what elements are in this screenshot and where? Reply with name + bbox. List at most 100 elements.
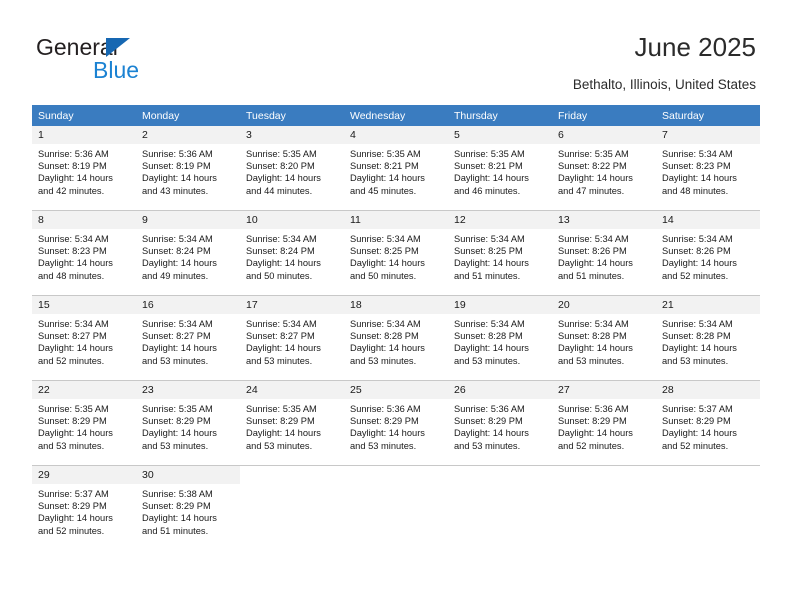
calendar-day-cell[interactable]: 15 Sunrise: 5:34 AM Sunset: 8:27 PM Dayligh… [32, 295, 136, 381]
day-number: 30 [136, 466, 240, 484]
calendar-day-cell[interactable]: 18 Sunrise: 5:34 AM Sunset: 8:28 PM Dayligh… [344, 295, 448, 381]
day-number: 27 [552, 381, 656, 399]
calendar-day-cell[interactable]: 29 Sunrise: 5:37 AM Sunset: 8:29 PM Dayligh… [32, 465, 136, 550]
day-number [240, 466, 344, 484]
daylight-text-line2: and 52 minutes. [662, 440, 729, 451]
day-details: Sunrise: 5:36 AM Sunset: 8:29 PM Daylight:… [552, 399, 656, 452]
calendar-day-cell[interactable]: 9 Sunrise: 5:34 AM Sunset: 8:24 PM Daylight… [136, 210, 240, 296]
calendar-day-cell[interactable]: 28 Sunrise: 5:37 AM Sunset: 8:29 PM Dayligh… [656, 380, 760, 466]
sunset-text: Sunset: 8:28 PM [454, 331, 523, 342]
daylight-text-line2: and 43 minutes. [142, 185, 209, 196]
sunset-text: Sunset: 8:21 PM [350, 161, 419, 172]
calendar-day-cell[interactable]: 14 Sunrise: 5:34 AM Sunset: 8:26 PM Dayligh… [656, 210, 760, 296]
sunset-text: Sunset: 8:28 PM [662, 331, 731, 342]
daylight-text-line1: Daylight: 14 hours [454, 173, 529, 184]
daylight-text-line2: and 42 minutes. [38, 185, 105, 196]
calendar-day-cell[interactable]: 12 Sunrise: 5:34 AM Sunset: 8:25 PM Dayligh… [448, 210, 552, 296]
day-details: Sunrise: 5:36 AM Sunset: 8:19 PM Daylight:… [136, 144, 240, 197]
day-details: Sunrise: 5:37 AM Sunset: 8:29 PM Daylight:… [656, 399, 760, 452]
sunrise-text: Sunrise: 5:35 AM [246, 149, 317, 159]
daylight-text-line2: and 47 minutes. [558, 185, 625, 196]
sunrise-text: Sunrise: 5:34 AM [38, 234, 109, 244]
calendar-day-cell[interactable]: 26 Sunrise: 5:36 AM Sunset: 8:29 PM Dayligh… [448, 380, 552, 466]
calendar-day-cell[interactable]: 6 Sunrise: 5:35 AM Sunset: 8:22 PM Daylight… [552, 126, 656, 211]
daylight-text-line2: and 44 minutes. [246, 185, 313, 196]
day-number: 10 [240, 211, 344, 229]
day-number: 7 [656, 126, 760, 144]
calendar-day-cell[interactable]: 24 Sunrise: 5:35 AM Sunset: 8:29 PM Dayligh… [240, 380, 344, 466]
day-number: 2 [136, 126, 240, 144]
sunset-text: Sunset: 8:29 PM [662, 416, 731, 427]
calendar-empty-cell [552, 465, 656, 550]
daylight-text-line1: Daylight: 14 hours [142, 513, 217, 524]
sunset-text: Sunset: 8:20 PM [246, 161, 315, 172]
day-number: 11 [344, 211, 448, 229]
calendar-day-cell[interactable]: 16 Sunrise: 5:34 AM Sunset: 8:27 PM Dayligh… [136, 295, 240, 381]
daylight-text-line2: and 53 minutes. [454, 355, 521, 366]
calendar-day-cell[interactable]: 8 Sunrise: 5:34 AM Sunset: 8:23 PM Daylight… [32, 210, 136, 296]
day-details: Sunrise: 5:34 AM Sunset: 8:28 PM Daylight:… [448, 314, 552, 367]
calendar-week-row: 22 Sunrise: 5:35 AM Sunset: 8:29 PM Dayligh… [32, 380, 760, 466]
calendar-day-cell[interactable]: 7 Sunrise: 5:34 AM Sunset: 8:23 PM Daylight… [656, 126, 760, 211]
calendar-day-cell[interactable]: 30 Sunrise: 5:38 AM Sunset: 8:29 PM Dayligh… [136, 465, 240, 550]
calendar-day-cell[interactable]: 25 Sunrise: 5:36 AM Sunset: 8:29 PM Dayligh… [344, 380, 448, 466]
calendar-day-cell[interactable]: 1 Sunrise: 5:36 AM Sunset: 8:19 PM Daylight… [32, 126, 136, 211]
daylight-text-line1: Daylight: 14 hours [558, 428, 633, 439]
daylight-text-line1: Daylight: 14 hours [350, 173, 425, 184]
sunrise-text: Sunrise: 5:35 AM [142, 404, 213, 414]
calendar-day-cell[interactable]: 3 Sunrise: 5:35 AM Sunset: 8:20 PM Daylight… [240, 126, 344, 211]
daylight-text-line2: and 51 minutes. [142, 525, 209, 536]
sunrise-text: Sunrise: 5:34 AM [662, 149, 733, 159]
day-details: Sunrise: 5:34 AM Sunset: 8:28 PM Daylight:… [656, 314, 760, 367]
calendar-day-cell[interactable]: 22 Sunrise: 5:35 AM Sunset: 8:29 PM Dayligh… [32, 380, 136, 466]
calendar-day-cell[interactable]: 21 Sunrise: 5:34 AM Sunset: 8:28 PM Dayligh… [656, 295, 760, 381]
calendar-day-cell[interactable]: 19 Sunrise: 5:34 AM Sunset: 8:28 PM Dayligh… [448, 295, 552, 381]
sunrise-text: Sunrise: 5:36 AM [142, 149, 213, 159]
calendar-day-cell[interactable]: 11 Sunrise: 5:34 AM Sunset: 8:25 PM Dayligh… [344, 210, 448, 296]
calendar-day-cell[interactable]: 10 Sunrise: 5:34 AM Sunset: 8:24 PM Dayligh… [240, 210, 344, 296]
daylight-text-line2: and 49 minutes. [142, 270, 209, 281]
calendar-day-cell[interactable]: 4 Sunrise: 5:35 AM Sunset: 8:21 PM Daylight… [344, 126, 448, 211]
calendar-day-cell[interactable]: 27 Sunrise: 5:36 AM Sunset: 8:29 PM Dayligh… [552, 380, 656, 466]
weekday-header-sunday: Sunday [32, 105, 136, 126]
day-number: 4 [344, 126, 448, 144]
calendar-day-cell[interactable]: 17 Sunrise: 5:34 AM Sunset: 8:27 PM Dayligh… [240, 295, 344, 381]
daylight-text-line1: Daylight: 14 hours [142, 258, 217, 269]
day-details: Sunrise: 5:38 AM Sunset: 8:29 PM Daylight:… [136, 484, 240, 537]
daylight-text-line2: and 53 minutes. [142, 440, 209, 451]
calendar-day-cell[interactable]: 20 Sunrise: 5:34 AM Sunset: 8:28 PM Dayligh… [552, 295, 656, 381]
daylight-text-line2: and 46 minutes. [454, 185, 521, 196]
daylight-text-line1: Daylight: 14 hours [38, 343, 113, 354]
weekday-header-wednesday: Wednesday [344, 105, 448, 126]
sunset-text: Sunset: 8:24 PM [142, 246, 211, 257]
calendar-day-cell[interactable]: 23 Sunrise: 5:35 AM Sunset: 8:29 PM Dayligh… [136, 380, 240, 466]
calendar-day-cell[interactable]: 13 Sunrise: 5:34 AM Sunset: 8:26 PM Dayligh… [552, 210, 656, 296]
day-details: Sunrise: 5:35 AM Sunset: 8:29 PM Daylight:… [32, 399, 136, 452]
daylight-text-line1: Daylight: 14 hours [662, 258, 737, 269]
daylight-text-line2: and 51 minutes. [558, 270, 625, 281]
sunset-text: Sunset: 8:25 PM [350, 246, 419, 257]
day-details: Sunrise: 5:34 AM Sunset: 8:24 PM Daylight:… [136, 229, 240, 282]
day-number: 16 [136, 296, 240, 314]
calendar-day-cell[interactable]: 2 Sunrise: 5:36 AM Sunset: 8:19 PM Daylight… [136, 126, 240, 211]
day-number: 24 [240, 381, 344, 399]
daylight-text-line2: and 52 minutes. [38, 525, 105, 536]
daylight-text-line1: Daylight: 14 hours [38, 428, 113, 439]
sunrise-text: Sunrise: 5:34 AM [246, 319, 317, 329]
sunrise-text: Sunrise: 5:34 AM [142, 319, 213, 329]
sunset-text: Sunset: 8:27 PM [38, 331, 107, 342]
daylight-text-line2: and 53 minutes. [246, 440, 313, 451]
sunset-text: Sunset: 8:29 PM [350, 416, 419, 427]
daylight-text-line2: and 53 minutes. [662, 355, 729, 366]
day-details: Sunrise: 5:34 AM Sunset: 8:26 PM Daylight:… [552, 229, 656, 282]
day-number: 19 [448, 296, 552, 314]
general-blue-logo[interactable]: General Blue [36, 34, 236, 86]
sunset-text: Sunset: 8:19 PM [142, 161, 211, 172]
day-details: Sunrise: 5:35 AM Sunset: 8:21 PM Daylight:… [448, 144, 552, 197]
daylight-text-line1: Daylight: 14 hours [662, 428, 737, 439]
daylight-text-line1: Daylight: 14 hours [558, 173, 633, 184]
daylight-text-line1: Daylight: 14 hours [38, 513, 113, 524]
calendar-day-cell[interactable]: 5 Sunrise: 5:35 AM Sunset: 8:21 PM Daylight… [448, 126, 552, 211]
sunset-text: Sunset: 8:29 PM [246, 416, 315, 427]
day-number: 20 [552, 296, 656, 314]
